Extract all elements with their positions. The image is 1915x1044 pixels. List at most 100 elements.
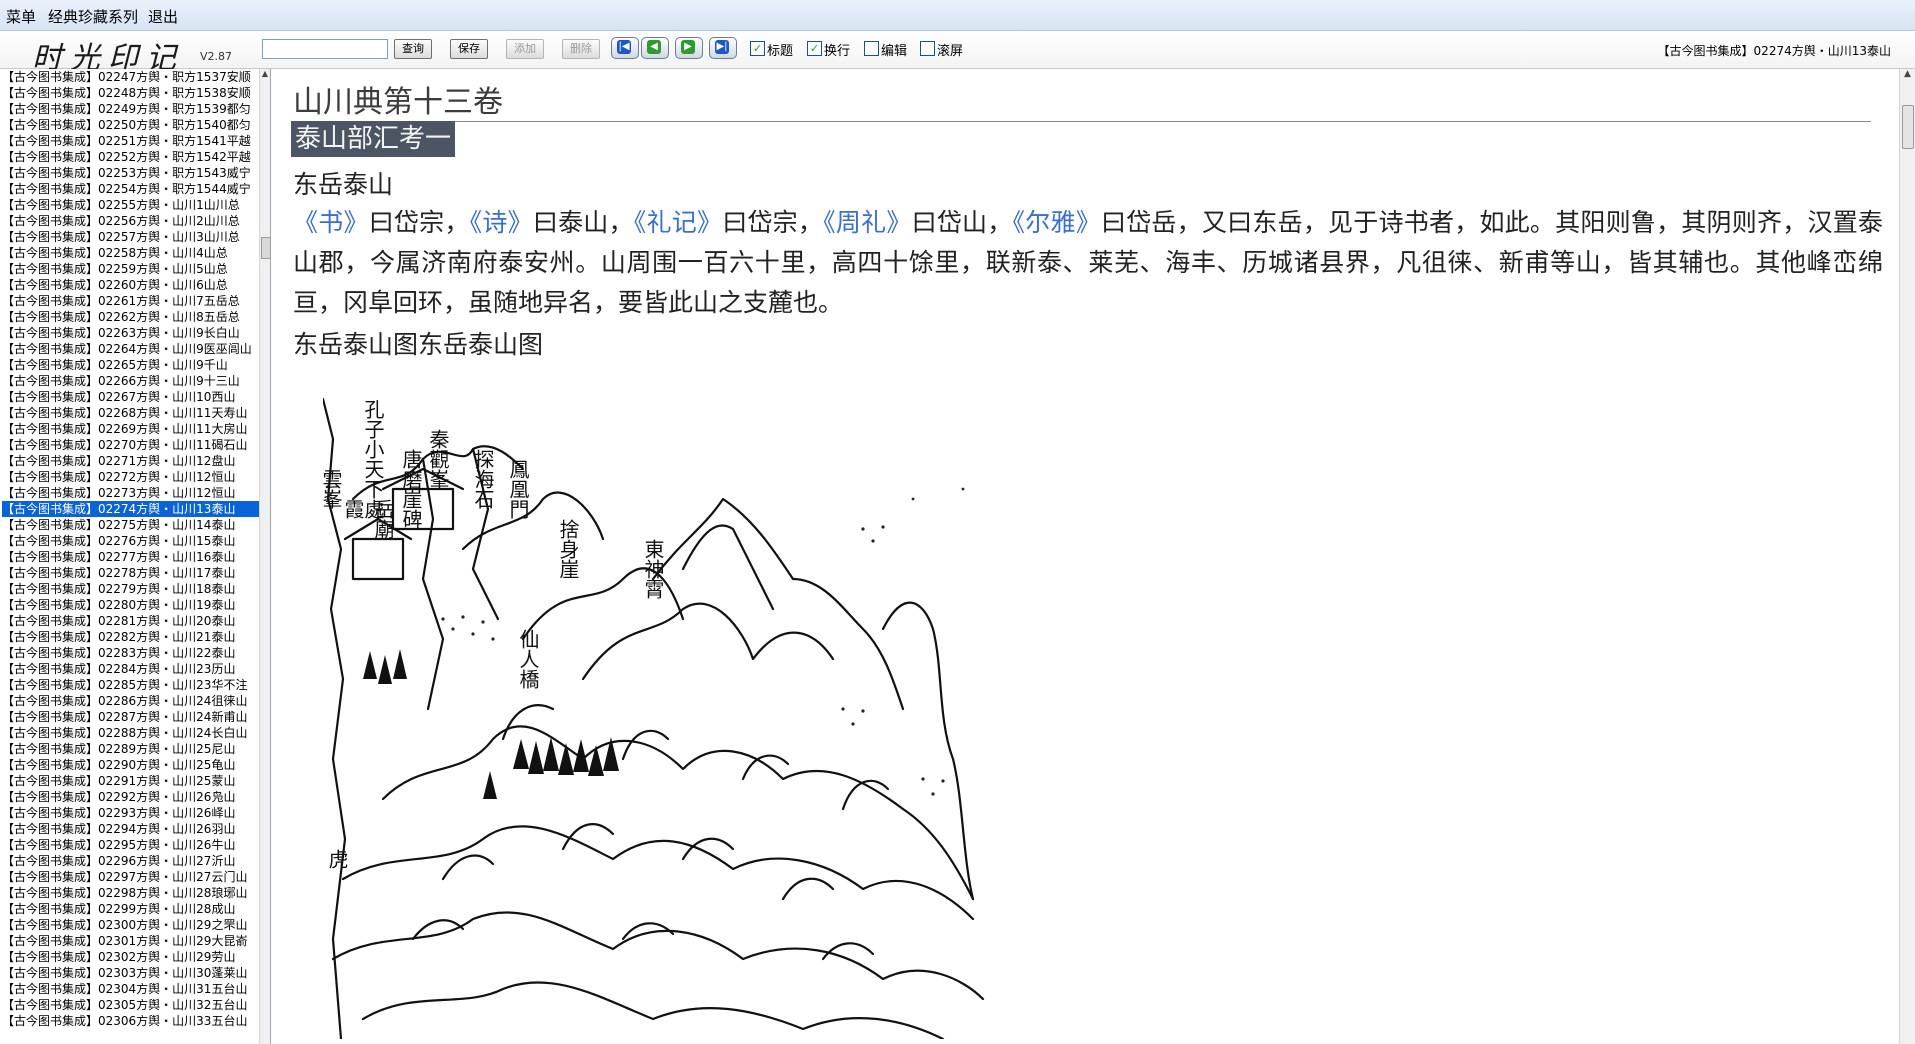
document-list-item[interactable]: 【古今图书集成】02306方舆・山川33五台山: [2, 1013, 264, 1029]
document-list-scrollbar[interactable]: ▲: [259, 69, 271, 1044]
last-page-button[interactable]: ▶|: [709, 37, 737, 59]
scrollbar-thumb[interactable]: [1902, 105, 1914, 149]
document-list-item[interactable]: 【古今图书集成】02280方舆・山川19泰山: [2, 597, 264, 613]
document-list-item[interactable]: 【古今图书集成】02257方舆・山川3山川总: [2, 229, 264, 245]
document-list-item[interactable]: 【古今图书集成】02266方舆・山川9十三山: [2, 373, 264, 389]
document-list-item[interactable]: 【古今图书集成】02261方舆・山川7五岳总: [2, 293, 264, 309]
document-list-item[interactable]: 【古今图书集成】02270方舆・山川11碣石山: [2, 437, 264, 453]
next-page-button[interactable]: ▶: [675, 37, 703, 59]
document-list-item[interactable]: 【古今图书集成】02302方舆・山川29劳山: [2, 949, 264, 965]
scroll-up-icon[interactable]: ▲: [260, 69, 270, 81]
document-list-item[interactable]: 【古今图书集成】02304方舆・山川31五台山: [2, 981, 264, 997]
document-list-item[interactable]: 【古今图书集成】02299方舆・山川28成山: [2, 901, 264, 917]
document-list-item[interactable]: 【古今图书集成】02292方舆・山川26凫山: [2, 789, 264, 805]
book-reference-link[interactable]: 《书》: [293, 208, 369, 237]
document-list-item[interactable]: 【古今图书集成】02287方舆・山川24新甫山: [2, 709, 264, 725]
document-list-item[interactable]: 【古今图书集成】02276方舆・山川15泰山: [2, 533, 264, 549]
scrollbar-thumb[interactable]: [261, 237, 271, 259]
document-list-item[interactable]: 【古今图书集成】02279方舆・山川18泰山: [2, 581, 264, 597]
document-list-item[interactable]: 【古今图书集成】02259方舆・山川5山总: [2, 261, 264, 277]
book-reference-link[interactable]: 《尔雅》: [1013, 208, 1101, 237]
document-list-item[interactable]: 【古今图书集成】02300方舆・山川29之罘山: [2, 917, 264, 933]
document-list-item[interactable]: 【古今图书集成】02282方舆・山川21泰山: [2, 629, 264, 645]
document-list-item[interactable]: 【古今图书集成】02264方舆・山川9医巫闾山: [2, 341, 264, 357]
woodcut-label-yue-temple: 岳廟: [371, 499, 395, 539]
menu-item-exit[interactable]: 退出: [148, 6, 178, 27]
woodcut-label-hu: 虎: [325, 849, 349, 869]
document-list-item[interactable]: 【古今图书集成】02267方舆・山川10西山: [2, 389, 264, 405]
document-list-item[interactable]: 【古今图书集成】02291方舆・山川25蒙山: [2, 773, 264, 789]
document-list-item[interactable]: 【古今图书集成】02251方舆・职方1541平越: [2, 133, 264, 149]
document-list-item[interactable]: 【古今图书集成】02301方舆・山川29大昆嵛: [2, 933, 264, 949]
book-reference-link[interactable]: 《礼记》: [634, 208, 722, 237]
delete-button[interactable]: 删除: [562, 39, 600, 59]
document-list-item[interactable]: 【古今图书集成】02269方舆・山川11大房山: [2, 421, 264, 437]
add-button[interactable]: 添加: [506, 39, 544, 59]
body-text: 曰岱宗，: [368, 208, 470, 237]
document-list-item[interactable]: 【古今图书集成】02254方舆・职方1544威宁: [2, 181, 264, 197]
document-list-item[interactable]: 【古今图书集成】02255方舆・山川1山川总: [2, 197, 264, 213]
document-list-item[interactable]: 【古今图书集成】02277方舆・山川16泰山: [2, 549, 264, 565]
checkbox-title[interactable]: ✓: [750, 41, 765, 56]
woodcut-label-fenghuang-gate: 鳳凰門: [506, 459, 530, 519]
figure-heading: 东岳泰山图东岳泰山图: [293, 330, 544, 359]
document-list-item[interactable]: 【古今图书集成】02260方舆・山川6山总: [2, 277, 264, 293]
scroll-up-icon[interactable]: ▲: [1900, 69, 1915, 83]
book-reference-link[interactable]: 《周礼》: [823, 208, 911, 237]
search-input[interactable]: [262, 39, 388, 59]
document-list-item[interactable]: 【古今图书集成】02295方舆・山川26牛山: [2, 837, 264, 853]
checkbox-scroll-label: 滚屏: [937, 44, 964, 59]
document-list-item[interactable]: 【古今图书集成】02247方舆・职方1537安顺: [2, 69, 264, 85]
document-list-item[interactable]: 【古今图书集成】02249方舆・职方1539都匀: [2, 101, 264, 117]
document-list-item[interactable]: 【古今图书集成】02252方舆・职方1542平越: [2, 149, 264, 165]
document-list-item[interactable]: 【古今图书集成】02262方舆・山川8五岳总: [2, 309, 264, 325]
document-list-item[interactable]: 【古今图书集成】02286方舆・山川24徂徕山: [2, 693, 264, 709]
document-list-item[interactable]: 【古今图书集成】02274方舆・山川13泰山: [2, 501, 264, 517]
first-page-button[interactable]: |◀: [611, 37, 639, 59]
document-list-item[interactable]: 【古今图书集成】02253方舆・职方1543威宁: [2, 165, 264, 181]
checkbox-scroll[interactable]: [920, 41, 935, 56]
document-list-item[interactable]: 【古今图书集成】02289方舆・山川25尼山: [2, 741, 264, 757]
document-list-item[interactable]: 【古今图书集成】02278方舆・山川17泰山: [2, 565, 264, 581]
document-list-item[interactable]: 【古今图书集成】02256方舆・山川2山川总: [2, 213, 264, 229]
document-list-item[interactable]: 【古今图书集成】02290方舆・山川25龟山: [2, 757, 264, 773]
woodcut-label-yun-peak: 雲峯: [323, 469, 343, 509]
body-text: 曰岱宗，: [722, 208, 824, 237]
save-button[interactable]: 保存: [450, 39, 488, 59]
document-list-item[interactable]: 【古今图书集成】02284方舆・山川23历山: [2, 661, 264, 677]
last-page-icon: ▶|: [715, 40, 729, 54]
document-list-item[interactable]: 【古今图书集成】02303方舆・山川30蓬莱山: [2, 965, 264, 981]
document-list-item[interactable]: 【古今图书集成】02305方舆・山川32五台山: [2, 997, 264, 1013]
woodcut-label-sheshen-cliff: 捨身崖: [556, 519, 580, 579]
document-list-item[interactable]: 【古今图书集成】02271方舆・山川12盘山: [2, 453, 264, 469]
body-text: 曰岱山，: [911, 208, 1013, 237]
document-list-item[interactable]: 【古今图书集成】02298方舆・山川28琅琊山: [2, 885, 264, 901]
document-list-item[interactable]: 【古今图书集成】02273方舆・山川12恒山: [2, 485, 264, 501]
document-list-item[interactable]: 【古今图书集成】02272方舆・山川12恒山: [2, 469, 264, 485]
menu-item-menu[interactable]: 菜单: [6, 6, 36, 27]
menu-item-classic-collection[interactable]: 经典珍藏系列: [48, 6, 138, 27]
query-button[interactable]: 查询: [394, 39, 432, 59]
document-list-item[interactable]: 【古今图书集成】02265方舆・山川9千山: [2, 357, 264, 373]
body-text: 曰泰山，: [532, 208, 634, 237]
checkbox-wrap[interactable]: ✓: [807, 41, 822, 56]
previous-page-button[interactable]: ◀: [641, 37, 669, 59]
document-list-item[interactable]: 【古今图书集成】02258方舆・山川4山总: [2, 245, 264, 261]
document-list-item[interactable]: 【古今图书集成】02288方舆・山川24长白山: [2, 725, 264, 741]
document-list-item[interactable]: 【古今图书集成】02285方舆・山川23华不注: [2, 677, 264, 693]
document-list-item[interactable]: 【古今图书集成】02296方舆・山川27沂山: [2, 853, 264, 869]
document-list-item[interactable]: 【古今图书集成】02281方舆・山川20泰山: [2, 613, 264, 629]
document-list-item[interactable]: 【古今图书集成】02293方舆・山川26峄山: [2, 805, 264, 821]
document-list-item[interactable]: 【古今图书集成】02248方舆・职方1538安顺: [2, 85, 264, 101]
checkbox-edit[interactable]: [864, 41, 879, 56]
toolbar: 时光印记 V2.87 查询 保存 添加 删除 |◀ ◀ ▶ ▶| ✓ 标题 ✓ …: [0, 31, 1915, 76]
document-list-item[interactable]: 【古今图书集成】02283方舆・山川22泰山: [2, 645, 264, 661]
content-scrollbar[interactable]: ▲: [1899, 69, 1915, 1044]
book-reference-link[interactable]: 《诗》: [470, 208, 533, 237]
document-list-item[interactable]: 【古今图书集成】02250方舆・职方1540都匀: [2, 117, 264, 133]
document-list-item[interactable]: 【古今图书集成】02294方舆・山川26羽山: [2, 821, 264, 837]
document-list-item[interactable]: 【古今图书集成】02268方舆・山川11天寿山: [2, 405, 264, 421]
document-list-item[interactable]: 【古今图书集成】02297方舆・山川27云门山: [2, 869, 264, 885]
document-list-item[interactable]: 【古今图书集成】02263方舆・山川9长白山: [2, 325, 264, 341]
document-list-item[interactable]: 【古今图书集成】02275方舆・山川14泰山: [2, 517, 264, 533]
